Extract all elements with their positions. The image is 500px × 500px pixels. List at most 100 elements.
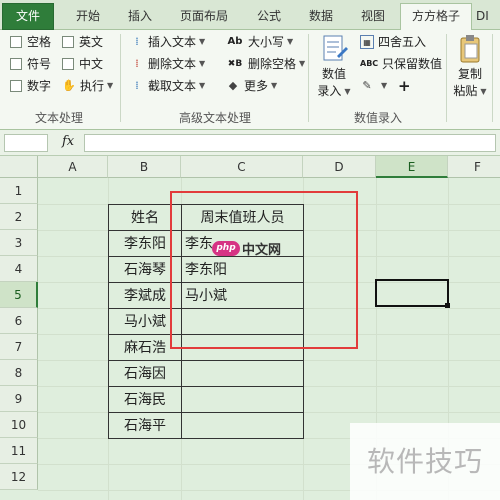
column-header-b[interactable]: B — [108, 156, 181, 178]
row-header-6[interactable]: 6 — [0, 308, 38, 334]
cell-c10[interactable] — [181, 412, 304, 439]
formula-input[interactable] — [84, 134, 496, 152]
active-cell-e5[interactable] — [375, 279, 449, 307]
php-logo-icon: php — [212, 240, 240, 256]
chevron-down-icon: ▼ — [107, 81, 114, 90]
round-button[interactable]: ▦ 四舍五入 — [360, 32, 426, 52]
row-header-4[interactable]: 4 — [0, 256, 38, 282]
tab-di[interactable]: DI — [476, 4, 500, 30]
edit-dropdown[interactable]: ✎ ▼ — [360, 76, 387, 96]
column-header-f[interactable]: F — [448, 156, 500, 178]
tab-home[interactable]: 开始 — [62, 4, 114, 30]
chevron-down-icon: ▼ — [199, 37, 206, 46]
group-label-advanced: 高级文本处理 — [178, 111, 251, 125]
more-button[interactable]: ◆ 更多 ▼ — [226, 76, 277, 96]
round-label: 四舍五入 — [378, 35, 427, 49]
case-icon: Ab — [227, 36, 243, 47]
tab-insert[interactable]: 插入 — [114, 4, 166, 30]
extract-text-label: 截取文本 — [148, 79, 197, 93]
check-symbol[interactable]: 符号 — [10, 54, 51, 74]
plus-button[interactable]: + — [398, 76, 411, 96]
delete-text-icon: ⁞ — [135, 57, 139, 70]
check-space[interactable]: 空格 — [10, 32, 51, 52]
check-number-label: 数字 — [27, 79, 52, 93]
tab-data[interactable]: 数据 — [296, 4, 346, 30]
formula-bar: fx — [0, 130, 500, 156]
edit-icon: ✎ — [362, 79, 372, 92]
column-header-c[interactable]: C — [181, 156, 303, 178]
check-chinese[interactable]: 中文 — [62, 54, 103, 74]
group-label-number: 数值录入 — [353, 111, 402, 125]
case-button[interactable]: Ab 大小写 ▼ — [226, 32, 294, 52]
fill-handle[interactable] — [445, 303, 450, 308]
copy-paste-button[interactable]: 复制 粘贴 ▼ — [450, 34, 490, 104]
php-watermark-text: 中文网 — [242, 242, 282, 258]
check-chinese-label: 中文 — [79, 57, 104, 71]
row-header-11[interactable]: 11 — [0, 438, 38, 464]
ribbon: 空格 英文 符号 中文 数字 ✋ 执行 ▼ 文本处理 ⁞ 插入文本 ▼ ⁞ 删除… — [0, 30, 500, 130]
number-entry-label-2: 录入 — [317, 84, 342, 98]
cell-c8[interactable] — [181, 360, 304, 387]
keep-numbers-icon: ABC — [360, 59, 379, 68]
more-icon: ◆ — [228, 79, 238, 92]
chevron-down-icon: ▼ — [299, 59, 306, 68]
column-header-e[interactable]: E — [376, 156, 448, 178]
highlight-box — [170, 191, 358, 349]
cell-b8[interactable]: 石海因 — [108, 360, 182, 387]
keep-numbers-button[interactable]: ABC 只保留数值 — [360, 54, 442, 74]
insert-text-button[interactable]: ⁞ 插入文本 ▼ — [130, 32, 205, 52]
cell-c9[interactable] — [181, 386, 304, 413]
execute-label: 执行 — [80, 79, 105, 93]
tab-fangfanggezi[interactable]: 方方格子 — [400, 3, 472, 30]
execute-icon: ✋ — [62, 79, 76, 92]
tab-page-layout[interactable]: 页面布局 — [168, 4, 240, 30]
row-header-9[interactable]: 9 — [0, 386, 38, 412]
row-header-3[interactable]: 3 — [0, 230, 38, 256]
paste-label: 粘贴 — [453, 84, 478, 98]
chevron-down-icon: ▼ — [480, 87, 487, 96]
check-english[interactable]: 英文 — [62, 32, 103, 52]
chevron-down-icon: ▼ — [344, 87, 351, 96]
checkbox-icon — [10, 58, 22, 70]
row-header-8[interactable]: 8 — [0, 360, 38, 386]
select-all-corner[interactable] — [0, 156, 38, 178]
corner-watermark: 软件技巧 — [350, 423, 500, 500]
row-header-7[interactable]: 7 — [0, 334, 38, 360]
group-divider — [446, 34, 447, 122]
row-header-10[interactable]: 10 — [0, 412, 38, 438]
group-divider — [308, 34, 309, 122]
checkbox-icon — [10, 36, 22, 48]
column-header-a[interactable]: A — [38, 156, 108, 178]
cell-b10[interactable]: 石海平 — [108, 412, 182, 439]
tab-view[interactable]: 视图 — [348, 4, 398, 30]
row-header-2[interactable]: 2 — [0, 204, 38, 230]
check-space-label: 空格 — [27, 35, 52, 49]
chevron-down-icon: ▼ — [381, 81, 388, 90]
php-watermark: php 中文网 — [212, 238, 281, 258]
row-header-12[interactable]: 12 — [0, 464, 38, 490]
name-box[interactable] — [4, 134, 48, 152]
row-header-5[interactable]: 5 — [0, 282, 38, 308]
group-divider — [492, 34, 493, 122]
number-entry-button[interactable]: 数值 录入 ▼ — [314, 34, 354, 104]
execute-button[interactable]: ✋ 执行 ▼ — [62, 76, 113, 96]
cell-b9[interactable]: 石海民 — [108, 386, 182, 413]
tab-formulas[interactable]: 公式 — [244, 4, 294, 30]
number-entry-icon — [320, 34, 348, 64]
delete-space-icon: ✖B — [227, 59, 243, 69]
tab-file[interactable]: 文件 — [2, 3, 54, 30]
extract-text-button[interactable]: ⁞ 截取文本 ▼ — [130, 76, 205, 96]
more-label: 更多 — [244, 79, 269, 93]
delete-space-button[interactable]: ✖B 删除空格 ▼ — [226, 54, 305, 74]
delete-text-button[interactable]: ⁞ 删除文本 ▼ — [130, 54, 205, 74]
checkbox-icon — [62, 36, 74, 48]
column-header-d[interactable]: D — [303, 156, 376, 178]
row-header-1[interactable]: 1 — [0, 178, 38, 204]
fx-icon[interactable]: fx — [62, 134, 74, 149]
keep-numbers-label: 只保留数值 — [382, 57, 443, 71]
chevron-down-icon: ▼ — [199, 81, 206, 90]
case-label: 大小写 — [248, 35, 285, 49]
checkbox-icon — [10, 80, 22, 92]
insert-text-label: 插入文本 — [148, 35, 197, 49]
check-number[interactable]: 数字 — [10, 76, 51, 96]
